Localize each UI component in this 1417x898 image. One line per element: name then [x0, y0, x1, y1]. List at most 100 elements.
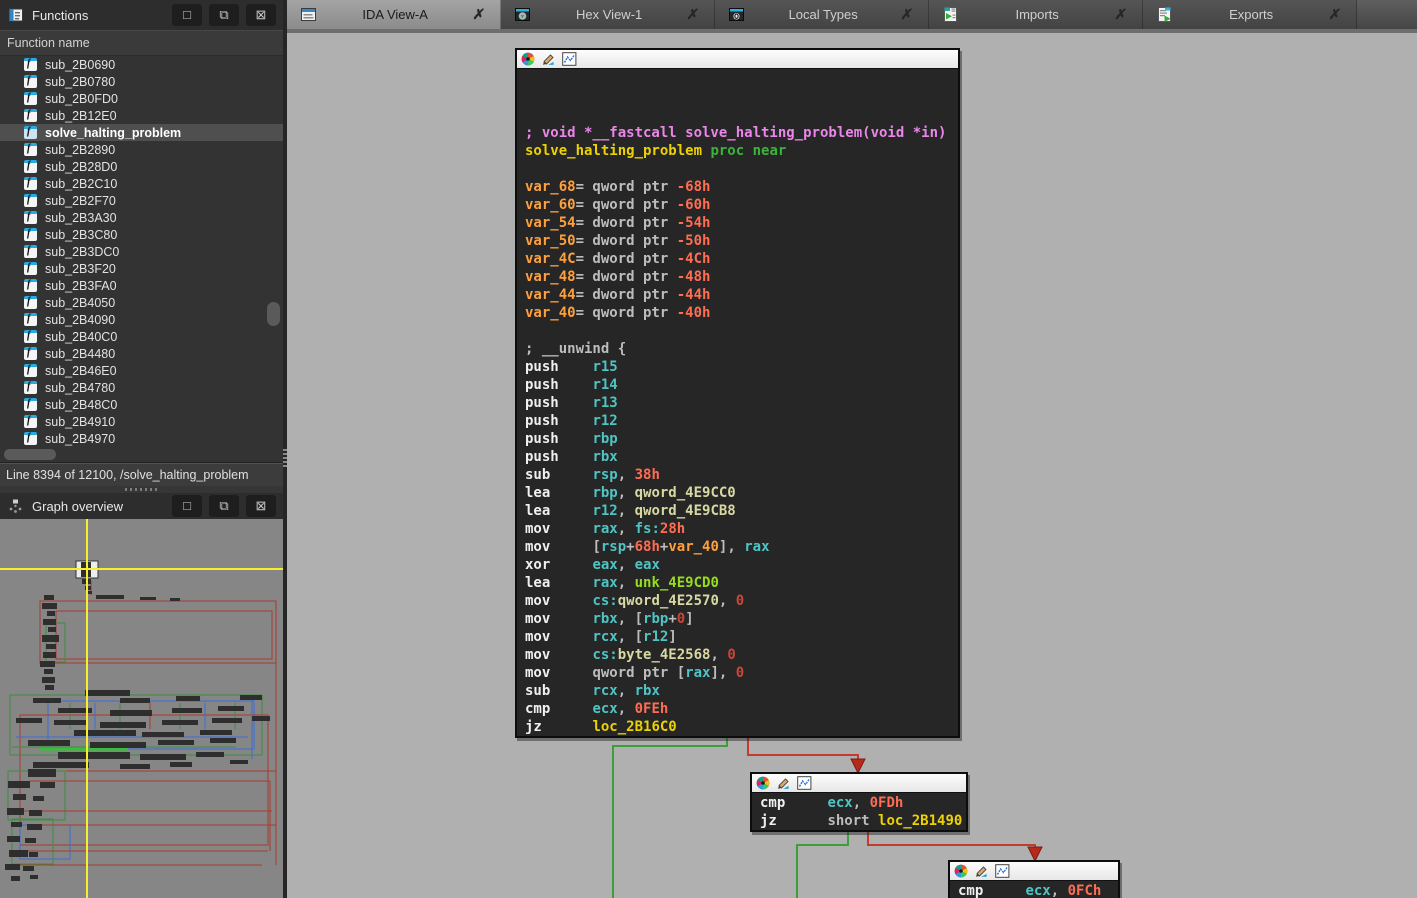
float-button[interactable]: ⧉	[209, 4, 239, 26]
disasm-line[interactable]: mov rax, fs:28h	[517, 521, 958, 539]
panel-splitter-horizontal[interactable]	[0, 486, 283, 493]
disasm-line[interactable]: var_60= qword ptr -60h	[517, 197, 958, 215]
disasm-line[interactable]	[517, 89, 958, 107]
function-list-vscrollbar-thumb[interactable]	[267, 302, 280, 326]
tab-close-icon[interactable]: ✗	[1328, 6, 1342, 23]
disasm-line[interactable]: solve_halting_problem proc near	[517, 143, 958, 161]
disasm-line[interactable]	[517, 323, 958, 341]
disasm-line[interactable]: ; void *__fastcall solve_halting_problem…	[517, 125, 958, 143]
tab-local-types[interactable]: Local Types✗	[715, 0, 929, 29]
disasm-line[interactable]: lea rbp, qword_4E9CC0	[517, 485, 958, 503]
node-title-bar[interactable]	[950, 862, 1118, 881]
tab-ida-view-a[interactable]: IDA View-A✗	[287, 0, 501, 29]
function-list-item[interactable]: fsub_2B28D0	[0, 158, 283, 175]
node-title-bar[interactable]	[752, 774, 966, 793]
edit-comment-icon[interactable]	[974, 864, 989, 878]
function-list-item[interactable]: fsub_2B4090	[0, 311, 283, 328]
disasm-line[interactable]	[517, 161, 958, 179]
disasm-line[interactable]: mov cs:byte_4E2568, 0	[517, 647, 958, 665]
disasm-line[interactable]	[517, 107, 958, 125]
disasm-line[interactable]: lea rax, unk_4E9CD0	[517, 575, 958, 593]
maximize-button[interactable]: □	[172, 495, 202, 517]
disasm-line[interactable]: sub rcx, rbx	[517, 683, 958, 701]
chart-icon[interactable]	[797, 776, 812, 790]
tab-close-icon[interactable]: ✗	[686, 6, 700, 23]
tab-close-icon[interactable]: ✗	[472, 6, 486, 23]
function-list-item[interactable]: fsub_2B3DC0	[0, 243, 283, 260]
disasm-line[interactable]: mov rcx, [r12]	[517, 629, 958, 647]
function-list-hscrollbar[interactable]	[0, 447, 283, 463]
function-list-item[interactable]: fsub_2B40C0	[0, 328, 283, 345]
function-list-item[interactable]: fsub_2B3A30	[0, 209, 283, 226]
function-list-item[interactable]: fsub_2B0FD0	[0, 90, 283, 107]
disasm-line[interactable]: push r14	[517, 377, 958, 395]
function-list-item[interactable]: fsub_2B4970	[0, 430, 283, 447]
disasm-line[interactable]: var_4C= dword ptr -4Ch	[517, 251, 958, 269]
disasm-line[interactable]: mov cs:qword_4E2570, 0	[517, 593, 958, 611]
disasm-line[interactable]: mov rbx, [rbp+0]	[517, 611, 958, 629]
disasm-line[interactable]: var_48= dword ptr -48h	[517, 269, 958, 287]
disasm-line[interactable]	[517, 71, 958, 89]
node-entry[interactable]: ; void *__fastcall solve_halting_problem…	[515, 48, 960, 738]
chart-icon[interactable]	[562, 52, 577, 66]
tab-hex-view-1[interactable]: Hex View-1✗	[501, 0, 715, 29]
function-list-item[interactable]: fsub_2B3FA0	[0, 277, 283, 294]
graph-view[interactable]: ; void *__fastcall solve_halting_problem…	[287, 33, 1417, 898]
function-list-item[interactable]: fsub_2B12E0	[0, 107, 283, 124]
function-list-item[interactable]: fsub_2B4050	[0, 294, 283, 311]
tab-exports[interactable]: Exports✗	[1143, 0, 1357, 29]
color-wheel-icon[interactable]	[756, 776, 770, 790]
graph-overview-titlebar[interactable]: Graph overview □⧉⊠	[0, 493, 283, 519]
chart-icon[interactable]	[995, 864, 1010, 878]
disasm-line[interactable]: push r15	[517, 359, 958, 377]
function-list-item[interactable]: fsub_2B3F20	[0, 260, 283, 277]
disasm-line[interactable]: var_68= qword ptr -68h	[517, 179, 958, 197]
function-list-item[interactable]: fsub_2B46E0	[0, 362, 283, 379]
functions-panel-titlebar[interactable]: Functions □⧉⊠	[0, 0, 283, 30]
function-list-item[interactable]: fsub_2B48C0	[0, 396, 283, 413]
edit-comment-icon[interactable]	[776, 776, 791, 790]
function-list-item[interactable]: fsub_2B0780	[0, 73, 283, 90]
graph-overview-minimap[interactable]	[0, 519, 283, 898]
function-list-hscrollbar-thumb[interactable]	[4, 449, 56, 460]
disasm-line[interactable]: mov [rsp+68h+var_40], rax	[517, 539, 958, 557]
disasm-line[interactable]: var_54= dword ptr -54h	[517, 215, 958, 233]
disasm-line[interactable]: var_44= dword ptr -44h	[517, 287, 958, 305]
tab-close-icon[interactable]: ✗	[1114, 6, 1128, 23]
node-cmp-0fc[interactable]: cmp ecx, 0FCh	[948, 860, 1120, 898]
function-list-item[interactable]: fsub_2B4480	[0, 345, 283, 362]
disasm-line[interactable]: lea r12, qword_4E9CB8	[517, 503, 958, 521]
disasm-line[interactable]: var_40= qword ptr -40h	[517, 305, 958, 323]
edit-comment-icon[interactable]	[541, 52, 556, 66]
function-list-item[interactable]: fsub_2B2F70	[0, 192, 283, 209]
function-list-item[interactable]: fsub_2B2890	[0, 141, 283, 158]
function-list-item[interactable]: fsub_2B2C10	[0, 175, 283, 192]
disasm-line[interactable]: push rbx	[517, 449, 958, 467]
disasm-line[interactable]: mov qword ptr [rax], 0	[517, 665, 958, 683]
color-wheel-icon[interactable]	[954, 864, 968, 878]
disasm-line[interactable]: push r13	[517, 395, 958, 413]
disasm-line[interactable]: sub rsp, 38h	[517, 467, 958, 485]
disasm-line[interactable]: xor eax, eax	[517, 557, 958, 575]
color-wheel-icon[interactable]	[521, 52, 535, 66]
disasm-line[interactable]: ; __unwind {	[517, 341, 958, 359]
disasm-line[interactable]: push r12	[517, 413, 958, 431]
float-button[interactable]: ⧉	[209, 495, 239, 517]
close-button[interactable]: ⊠	[246, 495, 276, 517]
function-name-column-header[interactable]: Function name	[0, 30, 283, 56]
disasm-line[interactable]: push rbp	[517, 431, 958, 449]
function-list-item[interactable]: fsub_2B0690	[0, 56, 283, 73]
function-list-item[interactable]: fsub_2B3C80	[0, 226, 283, 243]
maximize-button[interactable]: □	[172, 4, 202, 26]
function-list-item[interactable]: fsolve_halting_problem	[0, 124, 283, 141]
disasm-line[interactable]: cmp ecx, 0FCh	[950, 883, 1118, 898]
function-list-item[interactable]: fsub_2B4910	[0, 413, 283, 430]
disasm-line[interactable]: jz short loc_2B1490	[752, 813, 966, 831]
disasm-line[interactable]: jz loc_2B16C0	[517, 719, 958, 737]
function-list-item[interactable]: fsub_2B4780	[0, 379, 283, 396]
tab-imports[interactable]: Imports✗	[929, 0, 1143, 29]
node-cmp-0fd[interactable]: cmp ecx, 0FDhjz short loc_2B1490	[750, 772, 968, 832]
tab-close-icon[interactable]: ✗	[900, 6, 914, 23]
disasm-line[interactable]: cmp ecx, 0FDh	[752, 795, 966, 813]
disasm-line[interactable]: var_50= dword ptr -50h	[517, 233, 958, 251]
